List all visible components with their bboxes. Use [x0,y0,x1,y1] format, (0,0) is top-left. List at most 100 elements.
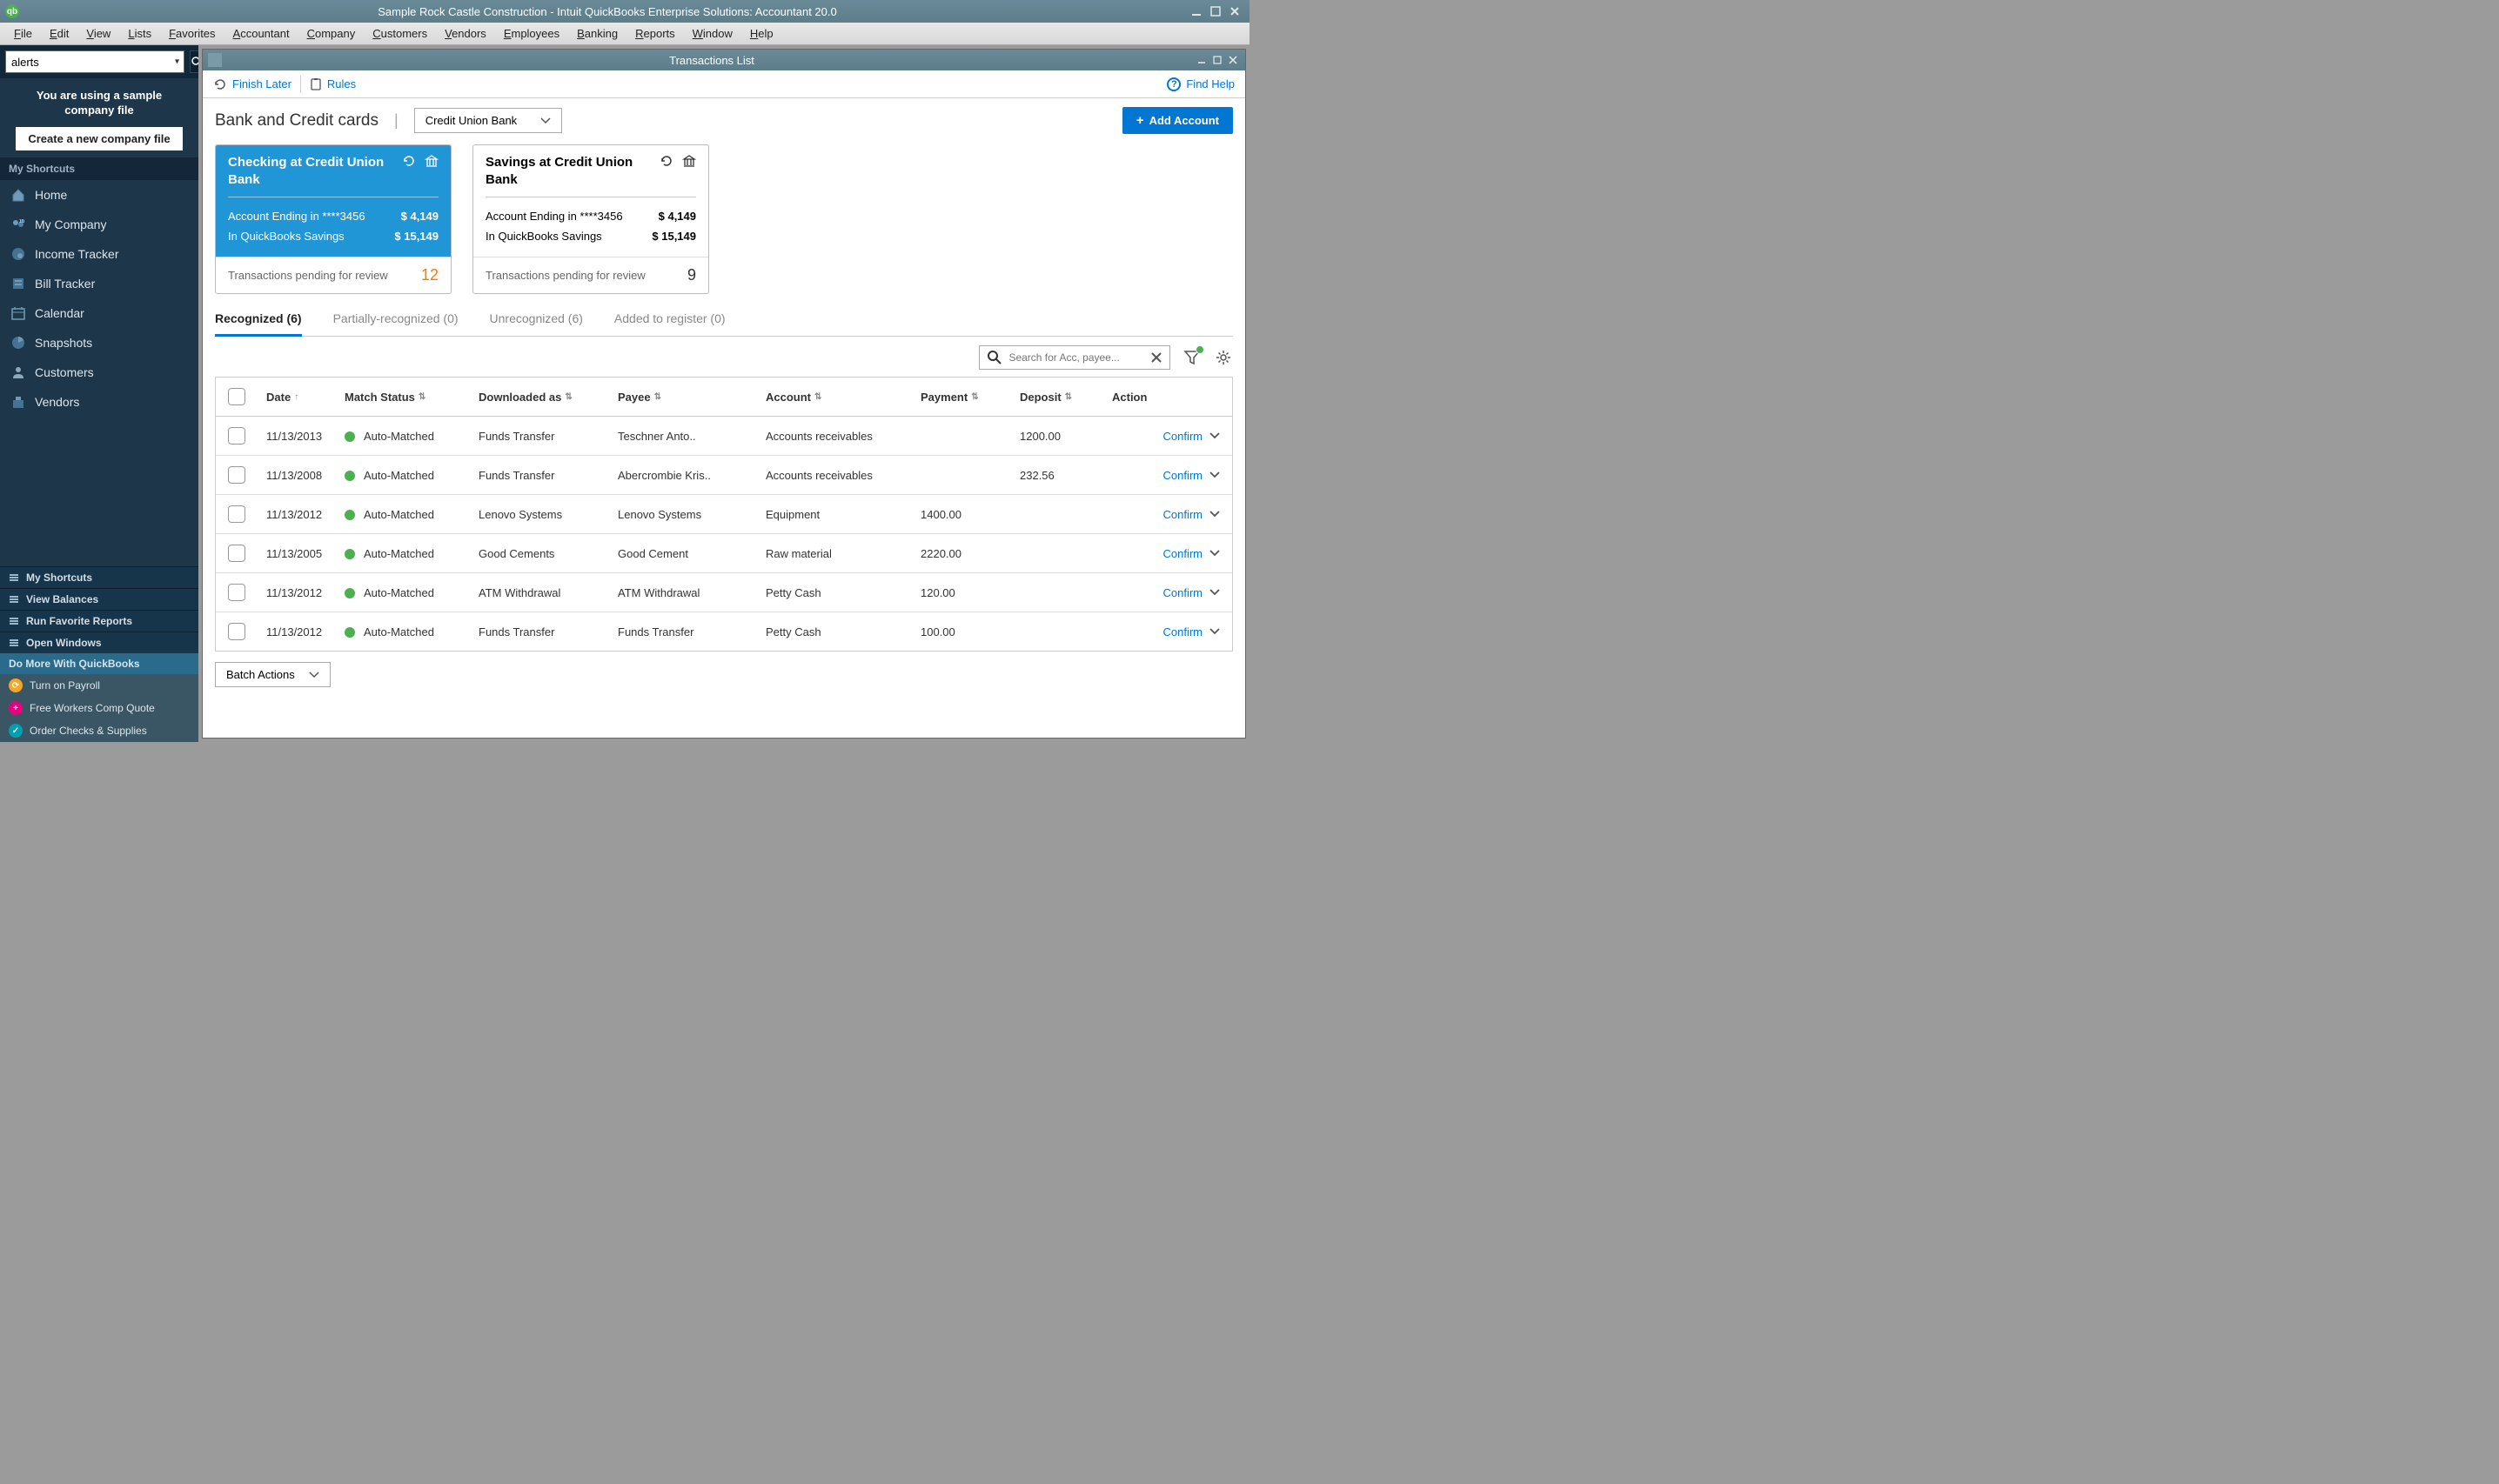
column-payment[interactable]: Payment ⇅ [912,378,1011,416]
status-dot-icon [345,627,355,638]
clipboard-icon [310,77,322,91]
row-checkbox[interactable] [228,623,245,640]
row-checkbox[interactable] [228,584,245,601]
account-card[interactable]: Checking at Credit Union BankAccount End… [215,144,452,294]
confirm-button[interactable]: Confirm [1162,469,1220,482]
window-titlebar: Transactions List [203,50,1245,70]
menu-file[interactable]: File [5,25,41,42]
confirm-button[interactable]: Confirm [1162,625,1220,638]
column-match-status[interactable]: Match Status ⇅ [336,378,470,416]
sidebar-item-snapshots[interactable]: Snapshots [0,328,198,358]
sidebar-item-home[interactable]: Home [0,180,198,210]
settings-button[interactable] [1214,348,1233,367]
menu-banking[interactable]: Banking [568,25,626,42]
bank-icon[interactable] [682,154,696,168]
batch-actions-dropdown[interactable]: Batch Actions [215,662,331,687]
cell-match: Auto-Matched [336,576,470,610]
refresh-icon[interactable] [402,154,416,168]
chevron-down-icon [540,117,551,124]
row-checkbox[interactable] [228,505,245,523]
refresh-icon[interactable] [660,154,673,168]
chevron-down-icon [309,672,319,678]
cell-account: Petty Cash [757,615,912,649]
cell-date: 11/13/2013 [258,419,336,453]
row-checkbox[interactable] [228,427,245,445]
table-search-input[interactable] [1008,351,1143,364]
row-checkbox[interactable] [228,545,245,562]
menu-customers[interactable]: Customers [364,25,436,42]
confirm-button[interactable]: Confirm [1162,430,1220,443]
sidebar-search-input[interactable] [5,50,184,73]
column-payee[interactable]: Payee ⇅ [609,378,757,416]
sidebar-item-income-tracker[interactable]: Income Tracker [0,239,198,269]
menu-view[interactable]: View [77,25,119,42]
sort-icon: ⇅ [814,392,821,402]
sidebar-item-customers[interactable]: Customers [0,358,198,387]
tab-partially-recognized[interactable]: Partially-recognized (0) [333,306,459,336]
cell-match: Auto-Matched [336,419,470,453]
confirm-button[interactable]: Confirm [1162,586,1220,599]
app-icon: qb [5,4,19,18]
account-card[interactable]: Savings at Credit Union BankAccount Endi… [472,144,709,294]
confirm-button[interactable]: Confirm [1162,547,1220,560]
create-company-button[interactable]: Create a new company file [16,127,182,150]
menu-reports[interactable]: Reports [626,25,684,42]
filter-button[interactable] [1183,348,1202,367]
sidebar-item-my-company[interactable]: 1bMy Company [0,210,198,239]
sidebar-item-vendors[interactable]: Vendors [0,387,198,417]
find-help-link[interactable]: ? Find Help [1167,77,1235,91]
cell-payment [912,465,1011,485]
add-account-button[interactable]: + Add Account [1122,107,1233,134]
select-all-checkbox[interactable] [228,388,245,405]
window-close-icon[interactable] [1228,55,1238,65]
sidebar-item-bill-tracker[interactable]: Bill Tracker [0,269,198,298]
bank-icon[interactable] [425,154,439,168]
menu-company[interactable]: Company [298,25,365,42]
menu-favorites[interactable]: Favorites [160,25,224,42]
window-maximize-icon[interactable] [1212,55,1223,65]
tab-unrecognized[interactable]: Unrecognized (6) [490,306,583,336]
bottom-nav-my-shortcuts[interactable]: My Shortcuts [0,566,198,588]
cell-payee: ATM Withdrawal [609,576,757,610]
finish-later-link[interactable]: Finish Later [213,77,291,91]
tab-added[interactable]: Added to register (0) [614,306,726,336]
menu-edit[interactable]: Edit [41,25,77,42]
menu-employees[interactable]: Employees [495,25,568,42]
sort-icon: ⇅ [1065,392,1072,402]
shortcut-list: Home1bMy CompanyIncome TrackerBill Track… [0,180,198,417]
menu-vendors[interactable]: Vendors [436,25,495,42]
menu-accountant[interactable]: Accountant [224,25,298,42]
window-icon [208,53,222,67]
window-minimize-icon[interactable] [1196,55,1207,65]
rules-link[interactable]: Rules [310,77,356,91]
menu-help[interactable]: Help [741,25,782,42]
row-checkbox[interactable] [228,466,245,484]
chevron-down-icon [1209,550,1220,557]
confirm-button[interactable]: Confirm [1162,508,1220,521]
bottom-nav-view-balances[interactable]: View Balances [0,588,198,610]
table-search-box[interactable] [979,345,1170,370]
cell-account: Accounts receivables [757,458,912,492]
column-checkbox[interactable] [216,378,258,416]
column-downloaded-as[interactable]: Downloaded as ⇅ [470,378,609,416]
bottom-nav-open-windows[interactable]: Open Windows [0,632,198,653]
cell-payee: Lenovo Systems [609,498,757,531]
column-deposit[interactable]: Deposit ⇅ [1011,378,1103,416]
menu-lists[interactable]: Lists [119,25,160,42]
sidebar-item-calendar[interactable]: Calendar [0,298,198,328]
column-account[interactable]: Account ⇅ [757,378,912,416]
do-more-turn-on-payroll[interactable]: ⟳Turn on Payroll [0,674,198,697]
column-date[interactable]: Date ↑ [258,378,336,416]
cell-action: Confirm [1103,537,1232,571]
tab-recognized[interactable]: Recognized (6) [215,306,302,337]
account-dropdown[interactable]: Credit Union Bank [414,108,562,133]
maximize-icon[interactable] [1209,5,1222,17]
menu-window[interactable]: Window [684,25,741,42]
do-more-order-checks-&-supplies[interactable]: ✓Order Checks & Supplies [0,719,198,742]
status-dot-icon [345,588,355,598]
do-more-free-workers-comp-quote[interactable]: +Free Workers Comp Quote [0,697,198,719]
minimize-icon[interactable] [1190,5,1203,17]
close-icon[interactable] [1229,5,1241,17]
bottom-nav-run-favorite-reports[interactable]: Run Favorite Reports [0,610,198,632]
clear-icon[interactable] [1150,351,1162,364]
